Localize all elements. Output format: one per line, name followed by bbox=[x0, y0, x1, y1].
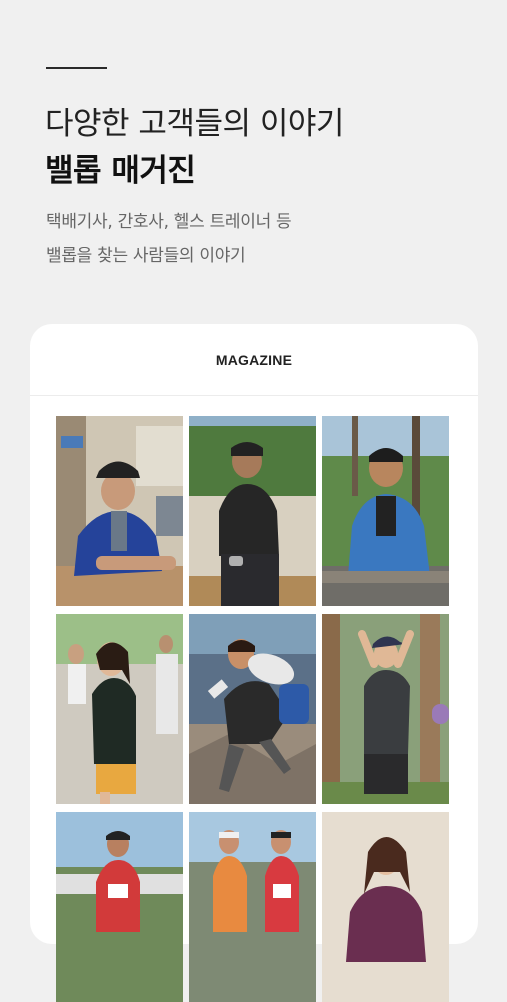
delivery-driver-photo[interactable] bbox=[56, 416, 183, 606]
woman-portrait-photo[interactable] bbox=[322, 812, 449, 1002]
subtitle-line1: 택배기사, 간호사, 헬스 트레이너 등 bbox=[46, 212, 292, 232]
magazine-card: MAGAZINE bbox=[30, 324, 478, 1002]
page-title-line1: 다양한 고객들의 이야기 bbox=[45, 106, 344, 142]
race-runners-photo[interactable] bbox=[189, 812, 316, 1002]
magazine-heading: MAGAZINE bbox=[30, 324, 478, 396]
page-title-line2: 밸롭 매거진 bbox=[45, 153, 196, 189]
blue-vest-man-photo[interactable] bbox=[322, 416, 449, 606]
hiker-photo[interactable] bbox=[189, 614, 316, 804]
subtitle-line2: 밸롭을 찾는 사람들의 이야기 bbox=[46, 246, 246, 266]
header-divider bbox=[46, 67, 107, 69]
woman-runner-photo[interactable] bbox=[56, 614, 183, 804]
marathon-runner-photo[interactable] bbox=[56, 812, 183, 1002]
cap-woman-photo[interactable] bbox=[322, 614, 449, 804]
park-runner-photo[interactable] bbox=[189, 416, 316, 606]
